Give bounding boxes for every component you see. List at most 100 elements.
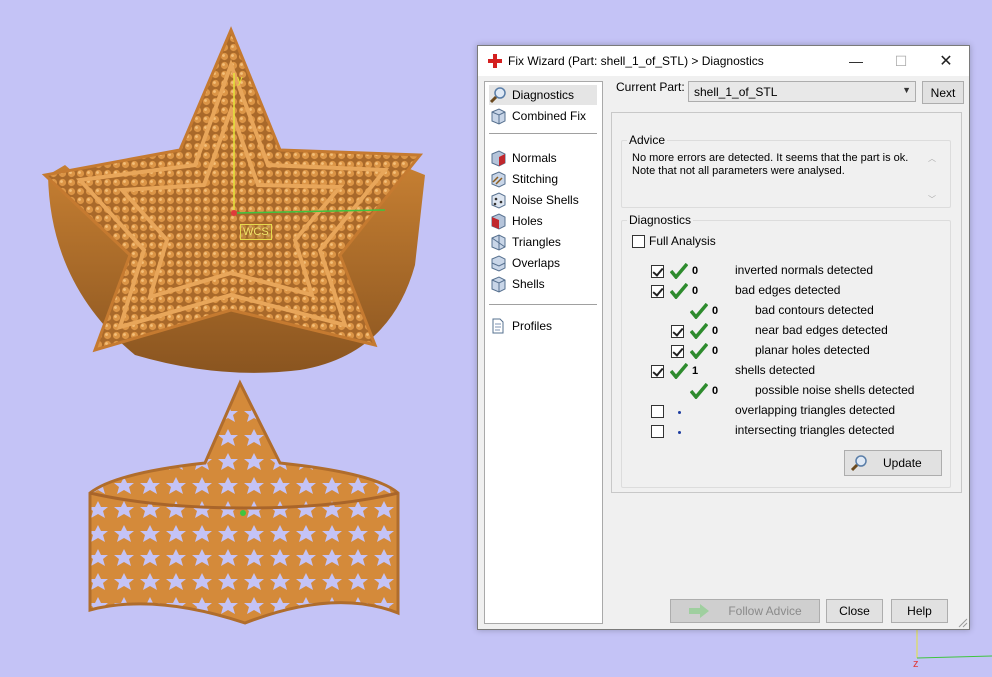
cube-red-face-icon: [491, 150, 506, 167]
nav-item-profiles[interactable]: Profiles: [489, 316, 597, 336]
green-check-icon: [690, 303, 708, 319]
planar-holes-count: 0: [712, 345, 719, 357]
current-part-value: shell_1_of_STL: [694, 85, 778, 99]
document-icon: [492, 318, 504, 334]
chevron-down-icon: ▼: [902, 85, 911, 95]
bad-edges-label: bad edges detected: [735, 283, 841, 297]
follow-advice-button[interactable]: Follow Advice: [670, 599, 820, 623]
bad-edges-count: 0: [692, 285, 699, 297]
update-label: Update: [883, 456, 922, 470]
advice-scrollbar[interactable]: ︿ ﹀: [924, 151, 941, 207]
shells-checkbox[interactable]: [651, 365, 664, 378]
nav-item-stitching[interactable]: Stitching: [489, 169, 597, 189]
nav-label: Diagnostics: [512, 88, 575, 102]
axis-indicator: z: [913, 630, 992, 670]
help-button[interactable]: Help: [891, 599, 948, 623]
nav-item-holes[interactable]: Holes: [489, 211, 597, 231]
diagnostics-title: Diagnostics: [627, 213, 694, 227]
resize-grip-icon[interactable]: [958, 618, 968, 628]
green-check-icon: [690, 383, 708, 399]
nav-label: Profiles: [512, 319, 553, 333]
minimize-button[interactable]: —: [833, 46, 879, 76]
stitch-icon: [491, 171, 506, 188]
near-bad-edges-label: near bad edges detected: [755, 323, 888, 337]
cube-icon: [491, 108, 506, 125]
diagnostics-panel: Advice No more errors are detected. It s…: [611, 112, 962, 493]
overlap-icon: [491, 255, 506, 272]
nav-label: Normals: [512, 151, 557, 165]
nav-item-combined-fix[interactable]: Combined Fix: [489, 106, 597, 126]
axis-y-label: y: [237, 74, 243, 86]
bad-contours-count: 0: [712, 305, 719, 317]
nav-label: Holes: [512, 214, 543, 228]
crown-ring-model[interactable]: [85, 378, 405, 648]
current-part-label: Current Part:: [616, 80, 685, 94]
intersecting-triangles-checkbox[interactable]: [651, 425, 664, 438]
bad-contours-label: bad contours detected: [755, 303, 874, 317]
diagnostics-group: Diagnostics Full Analysis 0 inverted nor…: [621, 213, 951, 488]
planar-holes-label: planar holes detected: [755, 343, 870, 357]
shells-count: 1: [692, 365, 699, 377]
axis-z-label: z: [913, 658, 919, 670]
overlapping-triangles-checkbox[interactable]: [651, 405, 664, 418]
nav-item-shells[interactable]: Shells: [489, 274, 597, 294]
near-bad-edges-count: 0: [712, 325, 719, 337]
title-bar[interactable]: Fix Wizard (Part: shell_1_of_STL) > Diag…: [478, 46, 969, 76]
inverted-normals-count: 0: [692, 265, 699, 277]
update-button[interactable]: Update: [844, 450, 942, 476]
green-check-icon: [690, 343, 708, 359]
cube-icon: [491, 276, 506, 293]
wcs-label: WCS: [240, 224, 272, 240]
magnifier-icon: [850, 455, 867, 472]
noise-shells-label: possible noise shells detected: [755, 383, 915, 397]
next-button[interactable]: Next: [922, 81, 964, 104]
shells-label: shells detected: [735, 363, 816, 377]
green-check-icon: [670, 263, 688, 279]
advice-title: Advice: [627, 133, 668, 147]
inverted-normals-label: inverted normals detected: [735, 263, 874, 277]
window-title: Fix Wizard (Part: shell_1_of_STL) > Diag…: [508, 54, 764, 68]
star-ring-model[interactable]: y: [40, 25, 435, 385]
triangle-cube-icon: [491, 234, 506, 251]
cube-red-face-icon: [491, 213, 506, 230]
nav-label: Noise Shells: [512, 193, 579, 207]
red-cross-icon: [488, 54, 502, 68]
maximize-button[interactable]: ☐: [878, 46, 924, 76]
planar-holes-checkbox[interactable]: [671, 345, 684, 358]
arrow-right-icon: [689, 604, 710, 618]
nav-item-normals[interactable]: Normals: [489, 148, 597, 168]
nav-item-noise-shells[interactable]: Noise Shells: [489, 190, 597, 210]
wizard-nav-panel: Diagnostics Combined Fix Normals Stitchi…: [484, 81, 603, 624]
noise-shells-count: 0: [712, 385, 719, 397]
near-bad-edges-checkbox[interactable]: [671, 325, 684, 338]
nav-label: Stitching: [512, 172, 559, 186]
nav-label: Overlaps: [512, 256, 561, 270]
nav-item-diagnostics[interactable]: Diagnostics: [489, 85, 597, 105]
full-analysis-checkbox[interactable]: [632, 235, 645, 248]
nav-label: Shells: [512, 277, 545, 291]
full-analysis-label: Full Analysis: [649, 234, 716, 248]
advice-line-2: Note that not all parameters were analys…: [632, 165, 845, 177]
close-button[interactable]: Close: [826, 599, 883, 623]
nav-divider: [489, 133, 597, 134]
pending-dot-icon: [678, 411, 681, 414]
advice-group: Advice No more errors are detected. It s…: [621, 133, 951, 208]
bad-edges-checkbox[interactable]: [651, 285, 664, 298]
pending-dot-icon: [678, 431, 681, 434]
magnifier-icon: [489, 87, 506, 104]
current-part-dropdown[interactable]: shell_1_of_STL ▼: [688, 81, 916, 102]
dice-icon: [491, 192, 506, 209]
nav-item-overlaps[interactable]: Overlaps: [489, 253, 597, 273]
advice-line-1: No more errors are detected. It seems th…: [632, 152, 909, 164]
advice-textbox[interactable]: No more errors are detected. It seems th…: [630, 151, 941, 207]
green-check-icon: [670, 283, 688, 299]
inverted-normals-checkbox[interactable]: [651, 265, 664, 278]
overlapping-triangles-label: overlapping triangles detected: [735, 403, 896, 417]
follow-advice-label: Follow Advice: [728, 604, 802, 618]
green-check-icon: [690, 323, 708, 339]
close-window-button[interactable]: ✕: [923, 46, 969, 76]
nav-item-triangles[interactable]: Triangles: [489, 232, 597, 252]
nav-label: Triangles: [512, 235, 561, 249]
intersecting-triangles-label: intersecting triangles detected: [735, 423, 895, 437]
green-check-icon: [670, 363, 688, 379]
